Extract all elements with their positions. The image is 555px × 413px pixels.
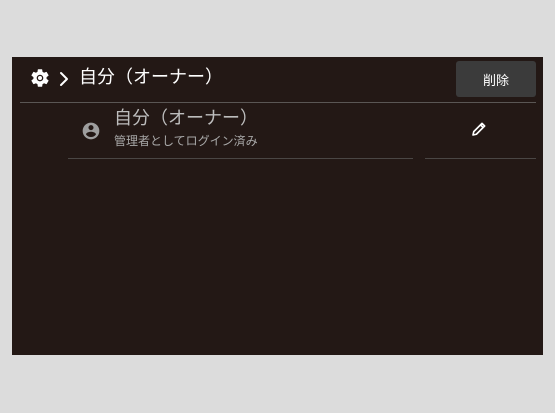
delete-button[interactable]: 削除 [456,61,536,97]
edit-button[interactable] [464,116,494,146]
header-bar: 自分（オーナー） 削除 [12,57,543,102]
edit-divider [425,158,536,159]
settings-screen: 自分（オーナー） 削除 自分（オーナー） 管理者としてログイン済み [12,57,543,355]
chevron-right-icon [58,69,70,89]
gear-icon[interactable] [29,67,51,89]
page-title: 自分（オーナー） [79,67,223,88]
row-divider [68,158,413,159]
user-role-status: 管理者としてログイン済み [114,134,258,148]
pencil-icon [470,120,488,142]
account-circle-icon [81,121,101,141]
user-name: 自分（オーナー） [114,108,258,129]
